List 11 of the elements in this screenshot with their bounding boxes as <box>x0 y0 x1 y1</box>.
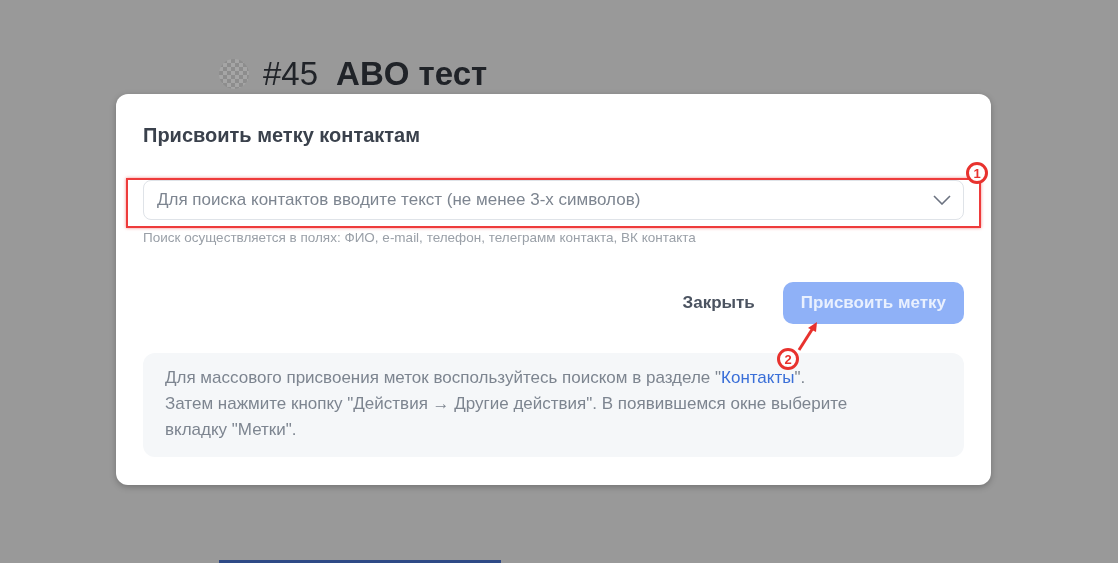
dialog-title: Присвоить метку контактам <box>143 124 422 147</box>
record-number: #45 <box>263 55 319 93</box>
step-badge: 1 <box>966 162 988 184</box>
contacts-link[interactable]: Контакты <box>721 368 795 387</box>
page-title: ABO тест <box>336 55 488 93</box>
step-badge: 2 <box>777 348 799 370</box>
search-field[interactable]: Для поиска контактов вводите текст (не менее 3-х символов) <box>143 180 964 220</box>
close-button[interactable]: Закрыть <box>680 282 757 324</box>
hint-text: Поиск осуществляется в полях: ФИО, e-mail, телефон, телеграмм контакта, ВК контакта <box>143 230 697 245</box>
avatar-icon <box>219 59 249 89</box>
chevron-down-icon[interactable] <box>933 195 951 205</box>
